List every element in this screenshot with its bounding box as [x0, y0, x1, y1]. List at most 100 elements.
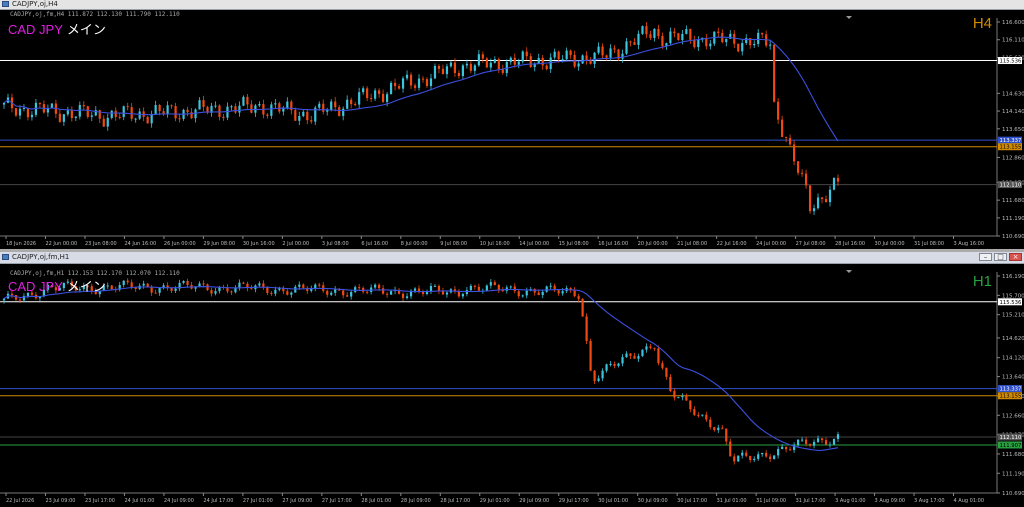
candle-body: [765, 452, 768, 457]
price-chart-h1[interactable]: 116.190115.700115.210114.620114.120113.6…: [0, 264, 1024, 507]
candle-body: [126, 280, 129, 283]
candle-body: [465, 290, 468, 295]
time-axis-label: 23 Jul 17:00: [85, 498, 115, 504]
candle-body: [673, 390, 676, 398]
candle-body: [14, 108, 18, 116]
candle-body: [521, 295, 524, 297]
candle-body: [633, 42, 636, 45]
candle-body: [218, 105, 221, 118]
candle-body: [541, 291, 544, 296]
price-axis-label: 111.190: [1002, 216, 1024, 222]
time-axis-label: 31 Jul 09:00: [756, 498, 786, 504]
candle-body: [669, 376, 672, 391]
candle-body: [346, 99, 349, 109]
candle-body: [796, 161, 800, 173]
candle-body: [78, 105, 81, 117]
candle-body: [18, 108, 22, 116]
candle-body: [641, 26, 644, 34]
candle-body: [761, 452, 764, 455]
time-axis-label: 30 Jul 01:00: [598, 498, 628, 504]
candle-body: [421, 78, 425, 80]
candle-body: [681, 396, 684, 398]
chart-window-h4[interactable]: CADJPY,oj,H4 116.600116.110115.620114.63…: [0, 0, 1024, 249]
candle-body: [429, 78, 433, 86]
price-axis-label: 111.190: [1002, 471, 1024, 477]
candle-body: [525, 51, 528, 57]
candle-body: [102, 118, 105, 127]
candle-body: [250, 104, 253, 113]
candle-body: [665, 367, 668, 377]
candle-body: [725, 428, 728, 442]
candle-body: [489, 282, 492, 286]
candle-body: [409, 74, 413, 86]
price-tag-label: 112.110: [1000, 435, 1023, 441]
candle-body: [561, 291, 564, 294]
candle-body: [318, 103, 321, 108]
candle-body: [146, 116, 149, 124]
candle-body: [820, 197, 824, 200]
candle-body: [545, 286, 548, 292]
candle-body: [274, 103, 277, 105]
candle-body: [785, 136, 788, 138]
candle-body: [781, 119, 784, 137]
candle-body: [677, 33, 680, 41]
candle-body: [58, 113, 61, 122]
candle-body: [697, 414, 700, 416]
symbol-name: CAD JPY: [8, 22, 63, 37]
candle-body: [461, 294, 464, 297]
price-tag-label: 112.110: [1000, 183, 1023, 189]
candle-body: [82, 105, 85, 107]
moving-average-line: [3, 286, 839, 451]
candle-body: [170, 105, 173, 107]
candle-body: [302, 284, 305, 288]
candle-body: [126, 106, 129, 108]
time-axis-label: 10 Jul 16:00: [480, 241, 510, 247]
symbol-label: CAD JPY メイン: [8, 276, 106, 295]
candle-body: [294, 286, 297, 293]
price-axis-label: 114.140: [1002, 109, 1024, 115]
close-button[interactable]: ×: [1009, 253, 1022, 261]
candle-body: [489, 62, 492, 68]
maximize-button[interactable]: □: [994, 253, 1007, 261]
candle-body: [413, 85, 417, 88]
chart-window-h1[interactable]: CADJPY,oj,fm,H1 – □ × 116.190 115.700 115.…: [0, 252, 1024, 507]
candle-body: [816, 438, 820, 442]
candle-body: [298, 116, 301, 121]
candle-body: [745, 452, 748, 456]
candle-body: [166, 105, 169, 115]
window-titlebar[interactable]: CADJPY,oj,H4: [0, 0, 1024, 10]
candle-body: [202, 283, 205, 285]
minimize-button[interactable]: –: [979, 253, 992, 261]
time-axis-label: 24 Jun 16:00: [124, 241, 156, 247]
candle-body: [569, 50, 572, 55]
time-axis-label: 3 Jul 08:00: [322, 241, 349, 247]
candle-body: [493, 59, 496, 63]
candle-body: [537, 292, 540, 296]
time-axis-label: 27 Jul 17:00: [322, 498, 352, 504]
candle-body: [401, 78, 405, 89]
candle-body: [737, 43, 740, 52]
candle-body: [405, 74, 409, 79]
price-chart-h4[interactable]: 116.600116.110115.620114.630114.140113.6…: [0, 10, 1024, 249]
candle-body: [557, 290, 560, 294]
candle-body: [449, 62, 453, 67]
candle-body: [122, 280, 125, 286]
time-axis-label: 3 Aug 17:00: [914, 498, 945, 504]
candle-body: [800, 172, 804, 174]
candle-body: [222, 117, 225, 119]
candle-body: [800, 439, 804, 441]
candle-body: [565, 50, 568, 60]
candle-body: [202, 100, 205, 107]
chart-shift-marker: [846, 270, 852, 273]
time-axis-label: 27 Jul 09:00: [282, 498, 312, 504]
candle-body: [513, 57, 516, 65]
window-titlebar[interactable]: CADJPY,oj,fm,H1 – □ ×: [0, 252, 1024, 264]
candle-body: [246, 96, 249, 105]
candle-body: [832, 438, 836, 445]
candle-body: [330, 292, 333, 295]
candle-body: [326, 290, 329, 295]
price-axis-label: 116.190: [1002, 274, 1024, 280]
candle-body: [378, 90, 381, 94]
time-axis-label: 20 Jul 00:00: [638, 241, 668, 247]
candle-body: [374, 90, 377, 99]
